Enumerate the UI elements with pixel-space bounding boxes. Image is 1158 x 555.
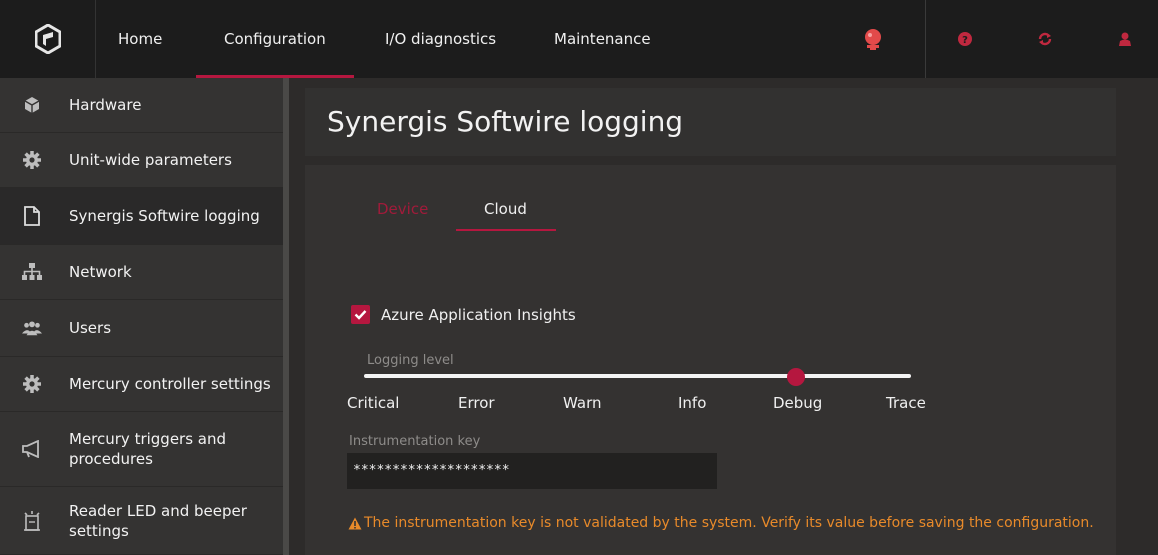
network-icon <box>22 263 42 281</box>
logging-level-info[interactable]: Info <box>678 394 706 412</box>
warning-message: The instrumentation key is not validated… <box>348 515 1094 531</box>
logging-level-warn[interactable]: Warn <box>563 394 601 412</box>
refresh-icon[interactable] <box>1030 0 1060 78</box>
sidebar-item-label: Users <box>69 319 112 337</box>
sidebar-item-label: Hardware <box>69 96 142 114</box>
sidebar-item-network[interactable]: Network <box>0 245 283 300</box>
help-icon[interactable]: ? <box>950 0 980 78</box>
sidebar-item-label: Network <box>69 263 132 281</box>
topbar-divider <box>925 0 926 78</box>
nav-maintenance[interactable]: Maintenance <box>554 0 651 78</box>
page-title: Synergis Softwire logging <box>327 105 684 138</box>
logging-level-label: Logging level <box>367 353 454 368</box>
active-tab-indicator <box>456 229 556 231</box>
sidebar-item-label: Mercury controller settings <box>69 375 271 393</box>
megaphone-icon <box>22 440 42 458</box>
users-icon <box>22 320 42 336</box>
sidebar-item-label: Unit-wide parameters <box>69 151 232 169</box>
warning-icon <box>348 517 362 529</box>
nav-configuration[interactable]: Configuration <box>196 0 354 78</box>
sidebar-item-label: Reader LED and beeper settings <box>69 501 247 540</box>
alarm-icon[interactable] <box>858 0 888 78</box>
sidebar-item-mercury-triggers[interactable]: Mercury triggers and procedures <box>0 412 283 487</box>
azure-insights-label: Azure Application Insights <box>381 306 576 324</box>
sidebar-item-users[interactable]: Users <box>0 300 283 357</box>
logging-level-trace[interactable]: Trace <box>886 394 926 412</box>
logging-level-debug[interactable]: Debug <box>773 394 822 412</box>
sidebar-item-label: Synergis Softwire logging <box>69 207 260 225</box>
instrumentation-key-input[interactable]: ******************** <box>347 453 717 489</box>
warning-text: The instrumentation key is not validated… <box>364 515 1094 531</box>
logo-icon[interactable] <box>0 0 96 78</box>
instrumentation-key-label: Instrumentation key <box>349 434 481 449</box>
sidebar-item-hardware[interactable]: Hardware <box>0 78 283 133</box>
logging-level-slider[interactable] <box>364 374 911 378</box>
top-navigation-bar: Home Configuration I/O diagnostics Maint… <box>0 0 1158 78</box>
reader-icon <box>22 510 42 532</box>
logging-level-error[interactable]: Error <box>458 394 495 412</box>
sidebar-item-softwire-logging[interactable]: Synergis Softwire logging <box>0 188 283 245</box>
svg-text:?: ? <box>962 35 968 46</box>
sidebar-item-reader-led-beeper[interactable]: Reader LED and beeper settings <box>0 487 283 555</box>
logging-level-slider-thumb[interactable] <box>787 368 805 386</box>
gear-icon <box>22 374 42 394</box>
sidebar-item-label: Mercury triggers and procedures <box>69 430 227 468</box>
nav-home[interactable]: Home <box>118 0 162 78</box>
azure-insights-checkbox[interactable] <box>351 305 370 324</box>
sidebar-item-mercury-controller-settings[interactable]: Mercury controller settings <box>0 357 283 412</box>
user-icon[interactable] <box>1110 0 1140 78</box>
document-icon <box>22 206 42 226</box>
nav-io-diagnostics[interactable]: I/O diagnostics <box>385 0 496 78</box>
sidebar: Hardware Unit-wide parameters Synergis S… <box>0 78 283 555</box>
tab-device[interactable]: Device <box>377 200 428 218</box>
gear-icon <box>22 150 42 170</box>
sidebar-item-unit-wide-parameters[interactable]: Unit-wide parameters <box>0 133 283 188</box>
tab-cloud[interactable]: Cloud <box>484 200 527 218</box>
checkmark-icon <box>354 310 367 320</box>
cube-icon <box>22 96 42 114</box>
logging-level-critical[interactable]: Critical <box>347 394 399 412</box>
